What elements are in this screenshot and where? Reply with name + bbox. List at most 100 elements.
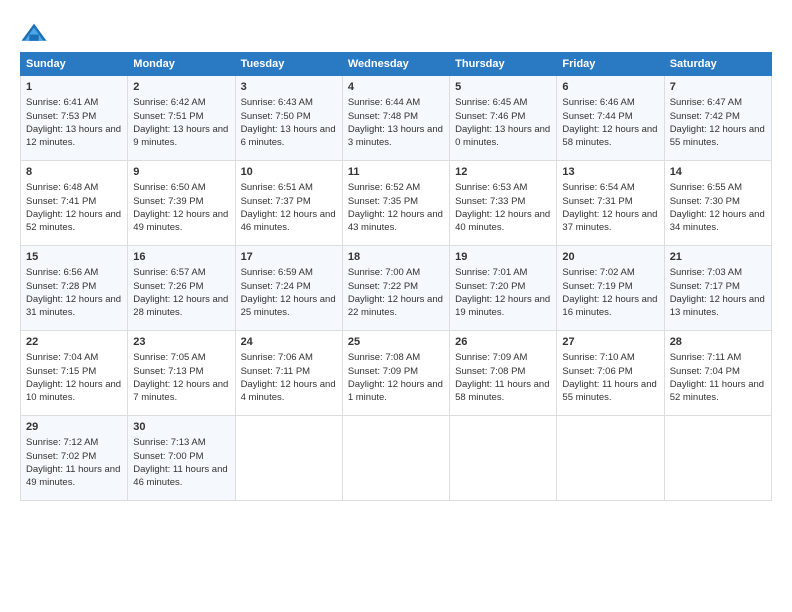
page: SundayMondayTuesdayWednesdayThursdayFrid… [0,0,792,612]
sunrise-text: Sunrise: 7:13 AM [133,437,205,448]
calendar-cell: 13Sunrise: 6:54 AMSunset: 7:31 PMDayligh… [557,161,664,246]
sunset-text: Sunset: 7:41 PM [26,196,96,207]
sunrise-text: Sunrise: 6:42 AM [133,97,205,108]
daylight-text: Daylight: 12 hours and 52 minutes. [26,209,121,233]
header-cell-friday: Friday [557,53,664,76]
sunset-text: Sunset: 7:46 PM [455,111,525,122]
calendar-cell: 9Sunrise: 6:50 AMSunset: 7:39 PMDaylight… [128,161,235,246]
day-number: 25 [348,335,444,350]
sunset-text: Sunset: 7:15 PM [26,366,96,377]
calendar-cell [557,416,664,501]
day-number: 21 [670,250,766,265]
sunset-text: Sunset: 7:30 PM [670,196,740,207]
calendar-cell: 18Sunrise: 7:00 AMSunset: 7:22 PMDayligh… [342,246,449,331]
calendar-cell: 11 Sunrise: 6:52 AM Sunset: 7:35 PM Dayligh… [342,161,449,246]
calendar-cell: 1Sunrise: 6:41 AMSunset: 7:53 PMDaylight… [21,76,128,161]
sunset-text: Sunset: 7:51 PM [133,111,203,122]
daylight-text: Daylight: 12 hours and 55 minutes. [670,124,765,148]
sunrise-text: Sunrise: 7:01 AM [455,267,527,278]
calendar-cell: 22Sunrise: 7:04 AMSunset: 7:15 PMDayligh… [21,331,128,416]
day-number: 14 [670,165,766,180]
sunset-text: Sunset: 7:00 PM [133,451,203,462]
sunrise-text: Sunrise: 6:50 AM [133,182,205,193]
sunset-text: Sunset: 7:26 PM [133,281,203,292]
sunset-text: Sunset: 7:08 PM [455,366,525,377]
calendar-cell: 12Sunrise: 6:53 AMSunset: 7:33 PMDayligh… [450,161,557,246]
calendar-cell: 16Sunrise: 6:57 AMSunset: 7:26 PMDayligh… [128,246,235,331]
calendar-cell: 19Sunrise: 7:01 AMSunset: 7:20 PMDayligh… [450,246,557,331]
week-row-3: 15Sunrise: 6:56 AMSunset: 7:28 PMDayligh… [21,246,772,331]
sunset-text: Sunset: 7:11 PM [241,366,311,377]
sunrise-text: Sunrise: 6:55 AM [670,182,742,193]
sunrise-text: Sunrise: 6:44 AM [348,97,420,108]
daylight-text: Daylight: 12 hours and 22 minutes. [348,294,443,318]
calendar-cell: 6Sunrise: 6:46 AMSunset: 7:44 PMDaylight… [557,76,664,161]
daylight-text: Daylight: 12 hours and 1 minute. [348,379,443,403]
calendar-cell: 25Sunrise: 7:08 AMSunset: 7:09 PMDayligh… [342,331,449,416]
calendar-cell: 21Sunrise: 7:03 AMSunset: 7:17 PMDayligh… [664,246,771,331]
sunset-text: Sunset: 7:09 PM [348,366,418,377]
day-number: 8 [26,165,122,180]
sunset-text: Sunset: 7:44 PM [562,111,632,122]
sunset-text: Sunset: 7:31 PM [562,196,632,207]
daylight-text: Daylight: 11 hours and 52 minutes. [670,379,764,403]
sunset-text: Sunset: 7:50 PM [241,111,311,122]
sunset-text: Sunset: 7:04 PM [670,366,740,377]
day-number: 17 [241,250,337,265]
calendar-cell: 30 Sunrise: 7:13 AM Sunset: 7:00 PM Dayligh… [128,416,235,501]
calendar-header: SundayMondayTuesdayWednesdayThursdayFrid… [21,53,772,76]
sunrise-text: Sunrise: 7:00 AM [348,267,420,278]
daylight-text: Daylight: 12 hours and 25 minutes. [241,294,336,318]
calendar-cell: 5Sunrise: 6:45 AMSunset: 7:46 PMDaylight… [450,76,557,161]
sunrise-text: Sunrise: 6:52 AM [348,182,420,193]
sunrise-text: Sunrise: 7:05 AM [133,352,205,363]
day-number: 30 [133,420,229,435]
day-number: 5 [455,80,551,95]
sunset-text: Sunset: 7:33 PM [455,196,525,207]
header-cell-tuesday: Tuesday [235,53,342,76]
calendar-cell [235,416,342,501]
calendar-cell: 28Sunrise: 7:11 AMSunset: 7:04 PMDayligh… [664,331,771,416]
day-number: 11 [348,165,444,180]
sunset-text: Sunset: 7:35 PM [348,196,418,207]
header [20,18,772,44]
calendar-body: 1Sunrise: 6:41 AMSunset: 7:53 PMDaylight… [21,76,772,501]
sunrise-text: Sunrise: 7:11 AM [670,352,742,363]
sunrise-text: Sunrise: 7:06 AM [241,352,313,363]
week-row-1: 1Sunrise: 6:41 AMSunset: 7:53 PMDaylight… [21,76,772,161]
header-cell-monday: Monday [128,53,235,76]
calendar-cell: 10Sunrise: 6:51 AMSunset: 7:37 PMDayligh… [235,161,342,246]
sunrise-text: Sunrise: 7:03 AM [670,267,742,278]
sunrise-text: Sunrise: 7:02 AM [562,267,634,278]
sunrise-text: Sunrise: 7:12 AM [26,437,98,448]
daylight-text: Daylight: 12 hours and 10 minutes. [26,379,121,403]
sunrise-text: Sunrise: 6:51 AM [241,182,313,193]
day-number: 3 [241,80,337,95]
week-row-2: 8Sunrise: 6:48 AMSunset: 7:41 PMDaylight… [21,161,772,246]
daylight-text: Daylight: 11 hours and 58 minutes. [455,379,549,403]
day-number: 4 [348,80,444,95]
sunrise-text: Sunrise: 7:10 AM [562,352,634,363]
sunset-text: Sunset: 7:22 PM [348,281,418,292]
week-row-4: 22Sunrise: 7:04 AMSunset: 7:15 PMDayligh… [21,331,772,416]
daylight-text: Daylight: 11 hours and 46 minutes. [133,464,227,488]
sunrise-text: Sunrise: 6:46 AM [562,97,634,108]
day-number: 24 [241,335,337,350]
calendar-cell: 27Sunrise: 7:10 AMSunset: 7:06 PMDayligh… [557,331,664,416]
day-number: 13 [562,165,658,180]
daylight-text: Daylight: 12 hours and 16 minutes. [562,294,657,318]
day-number: 1 [26,80,122,95]
sunset-text: Sunset: 7:48 PM [348,111,418,122]
sunrise-text: Sunrise: 7:09 AM [455,352,527,363]
header-cell-wednesday: Wednesday [342,53,449,76]
daylight-text: Daylight: 11 hours and 55 minutes. [562,379,656,403]
daylight-text: Daylight: 12 hours and 4 minutes. [241,379,336,403]
day-number: 10 [241,165,337,180]
sunrise-text: Sunrise: 6:54 AM [562,182,634,193]
daylight-text: Daylight: 12 hours and 43 minutes. [348,209,443,233]
daylight-text: Daylight: 13 hours and 12 minutes. [26,124,121,148]
sunrise-text: Sunrise: 6:41 AM [26,97,98,108]
logo [20,22,50,44]
daylight-text: Daylight: 12 hours and 28 minutes. [133,294,228,318]
sunrise-text: Sunrise: 6:45 AM [455,97,527,108]
